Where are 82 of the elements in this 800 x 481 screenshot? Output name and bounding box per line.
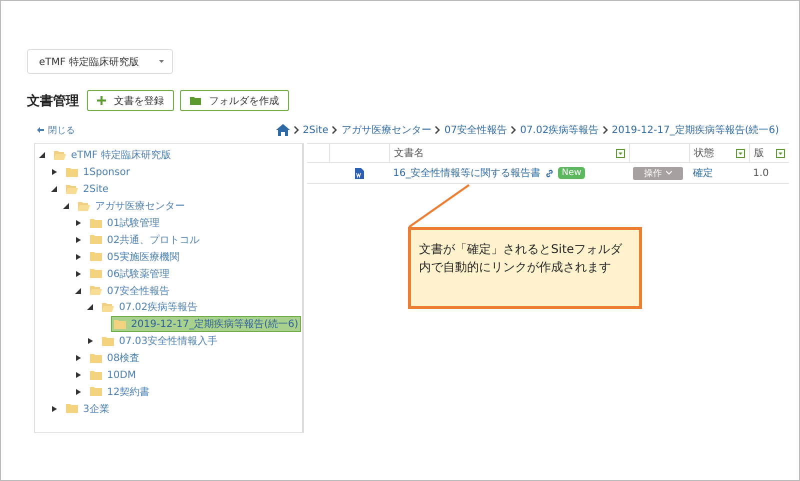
tree-item[interactable]: 07安全性報告 (87, 282, 173, 299)
folder-icon (114, 320, 126, 329)
expand-arrow-icon[interactable] (51, 406, 57, 412)
home-icon[interactable] (276, 124, 290, 136)
column-header: 状態 (694, 146, 714, 160)
collapse-arrow-icon[interactable] (63, 203, 69, 210)
tree-item[interactable]: 10DM (87, 368, 140, 382)
chevron-icon (332, 126, 338, 134)
chevron-icon (511, 126, 516, 134)
tree-item[interactable]: eTMF 特定臨床研究版 (51, 147, 174, 164)
new-badge: New (558, 167, 586, 179)
expand-arrow-icon[interactable] (75, 254, 81, 260)
expand-arrow-icon[interactable] (87, 338, 93, 344)
expand-arrow-icon[interactable] (51, 169, 57, 176)
folder-icon (90, 370, 102, 380)
open-folder-icon (66, 184, 78, 194)
chevron-icon (602, 126, 608, 134)
tree-item[interactable]: 07.02疾病等報告 (99, 299, 201, 316)
register-document-button[interactable]: 文書を登録 (87, 90, 174, 111)
project-select[interactable]: eTMF 特定臨床研究版 (27, 49, 173, 74)
filter-dropdown-icon[interactable] (616, 148, 625, 158)
chevron-down-icon (666, 171, 672, 175)
expand-arrow-icon[interactable] (75, 236, 81, 243)
collapse-arrow-icon[interactable] (75, 288, 81, 294)
folder-icon (90, 235, 102, 244)
tree-item[interactable]: 3企業 (63, 400, 112, 417)
tree-item[interactable]: アガサ医療センター (75, 198, 188, 214)
filter-dropdown-icon[interactable] (736, 148, 745, 158)
tree-item[interactable]: 12契約書 (87, 384, 153, 400)
chevron-icon (294, 126, 299, 134)
tree-item[interactable]: 06試験薬管理 (87, 266, 173, 282)
tree-item[interactable]: 2019-12-17_定期疾病等報告(続一6) (111, 316, 302, 332)
folder-icon (90, 218, 102, 228)
expand-arrow-icon[interactable] (75, 388, 81, 395)
tree-item[interactable]: 07.03安全性情報入手 (99, 333, 221, 350)
action-dropdown-button[interactable]: 操作 (633, 166, 683, 180)
tree-item[interactable]: 1Sponsor (63, 166, 133, 179)
expand-arrow-icon[interactable] (75, 220, 81, 226)
breadcrumb-link[interactable]: 2Site (302, 124, 328, 136)
tree-item[interactable]: 05実施医療機関 (87, 248, 183, 265)
expand-arrow-icon[interactable] (75, 355, 81, 362)
collapse-arrow-icon[interactable] (51, 186, 57, 192)
create-folder-button[interactable]: フォルダを作成 (180, 90, 289, 111)
breadcrumb-link[interactable]: アガサ医療センター (341, 123, 432, 137)
tree-item[interactable]: 2Site (63, 182, 112, 196)
tree-item[interactable]: 08検査 (87, 350, 143, 366)
document-link[interactable]: 16_安全性情報等に関する報告書 (393, 166, 541, 180)
collapse-arrow-icon[interactable] (87, 304, 93, 310)
breadcrumb-link[interactable]: 07.02疾病等報告 (520, 123, 599, 137)
breadcrumb-link[interactable]: 2019-12-17_定期疾病等報告(続一6) (612, 123, 779, 137)
folder-icon (102, 336, 114, 346)
caret-icon (159, 60, 164, 63)
open-folder-icon (78, 202, 90, 211)
callout-note: 文書が「確定」されるとSiteフォルダ内で自動的にリンクが作成されます (408, 227, 642, 309)
folder-icon (90, 387, 102, 396)
tree-item[interactable]: 02共通、プロトコル (87, 232, 203, 248)
folder-icon (90, 354, 102, 363)
close-link[interactable]: 閉じる (37, 124, 75, 136)
word-document-icon (354, 168, 364, 178)
column-header: 文書名 (394, 146, 424, 160)
open-folder-icon (102, 302, 114, 312)
expand-arrow-icon[interactable] (75, 372, 81, 378)
open-folder-icon (54, 150, 66, 160)
filter-dropdown-icon[interactable] (776, 148, 785, 158)
folder-icon (190, 96, 201, 104)
open-folder-icon (90, 286, 102, 296)
collapse-arrow-icon[interactable] (39, 152, 45, 158)
column-header: 版 (754, 147, 764, 160)
folder-icon (90, 252, 102, 262)
version-text: 1.0 (753, 168, 769, 178)
chevron-icon (435, 126, 440, 134)
folder-icon (66, 404, 78, 414)
plus-icon (97, 96, 106, 105)
arrow-left-icon (37, 127, 44, 133)
page-title: 文書管理 (27, 92, 79, 110)
tree-item[interactable]: 01試験管理 (87, 215, 163, 231)
breadcrumb-link[interactable]: 07安全性報告 (444, 123, 508, 137)
folder-icon (90, 269, 102, 278)
leader-line (407, 184, 471, 228)
folder-icon (66, 168, 78, 177)
expand-arrow-icon[interactable] (75, 270, 81, 277)
status-text: 確定 (693, 166, 713, 180)
